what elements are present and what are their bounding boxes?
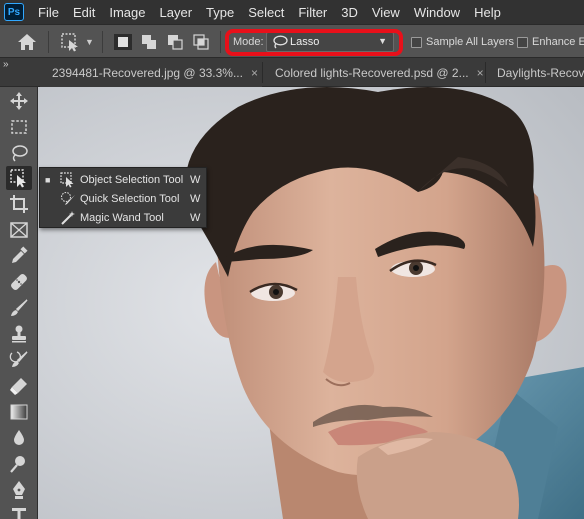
eyedropper-tool[interactable] [9, 246, 29, 266]
options-bar: ▼ Mode: Lasso ▼ Sample All Layers Enhanc… [0, 24, 584, 58]
subtract-from-selection-icon[interactable] [166, 34, 184, 50]
close-icon[interactable]: × [477, 66, 484, 80]
dodge-icon [10, 456, 25, 473]
menu-view[interactable]: View [358, 5, 400, 20]
menu-select[interactable]: Select [234, 5, 284, 20]
active-tool-bullet: ■ [45, 174, 51, 185]
menu-file[interactable]: File [24, 5, 59, 20]
history-brush-icon [9, 351, 28, 367]
move-tool[interactable] [9, 91, 29, 111]
dodge-tool[interactable] [9, 454, 29, 474]
rectangular-marquee-icon [11, 120, 27, 134]
separator [48, 31, 49, 53]
selection-tools-flyout: ■ Object Selection Tool W Quick Selectio… [39, 167, 207, 228]
tools-panel [0, 87, 38, 519]
menu-3d[interactable]: 3D [327, 5, 358, 20]
magic-wand-icon [61, 210, 75, 225]
type-tool[interactable] [9, 505, 29, 519]
flyout-item-magic-wand[interactable]: Magic Wand Tool W [40, 208, 206, 227]
home-icon[interactable] [17, 33, 37, 51]
healing-brush-tool[interactable] [9, 272, 29, 292]
gradient-icon [10, 404, 28, 420]
brush-tool[interactable] [9, 298, 29, 318]
blur-tool[interactable] [9, 428, 29, 448]
separator [220, 31, 221, 53]
enhance-edge-label: Enhance Ec [532, 36, 584, 48]
quick-selection-icon [60, 191, 75, 205]
separator [102, 31, 103, 53]
menu-image[interactable]: Image [95, 5, 145, 20]
tab-label: Colored lights-Recovered.psd @ 2... [275, 65, 469, 80]
crop-icon [10, 195, 28, 213]
flyout-item-label: Quick Selection Tool [80, 192, 180, 205]
bandage-icon [11, 274, 27, 290]
portrait-photo [38, 87, 584, 519]
document-canvas[interactable] [38, 87, 584, 519]
document-tab-bar: » 2394481-Recovered.jpg @ 33.3%... × Col… [0, 58, 584, 87]
crop-tool[interactable] [9, 194, 29, 214]
object-selection-icon [10, 169, 26, 188]
eyedropper-icon [12, 246, 28, 263]
eraser-icon [10, 378, 27, 395]
lasso-icon [12, 145, 28, 162]
eraser-tool[interactable] [9, 376, 29, 396]
shortcut-key: W [190, 192, 201, 205]
tab-document-2[interactable]: Colored lights-Recovered.psd @ 2... × [263, 58, 485, 87]
stamp-icon [12, 325, 26, 343]
shortcut-key: W [190, 173, 201, 186]
flyout-item-object-selection[interactable]: ■ Object Selection Tool W [40, 170, 206, 189]
frame-icon [10, 222, 28, 238]
menu-help[interactable]: Help [460, 5, 501, 20]
menu-edit[interactable]: Edit [59, 5, 95, 20]
flyout-item-quick-selection[interactable]: Quick Selection Tool W [40, 189, 206, 208]
tab-document-1[interactable]: 2394481-Recovered.jpg @ 33.3%... × [40, 58, 262, 87]
sample-all-layers-checkbox[interactable] [411, 37, 422, 48]
clone-stamp-tool[interactable] [9, 324, 29, 344]
menu-type[interactable]: Type [192, 5, 234, 20]
collapse-panels-icon[interactable]: » [3, 59, 9, 70]
move-icon [10, 92, 28, 110]
enhance-edge-checkbox[interactable] [517, 37, 528, 48]
photoshop-logo[interactable]: Ps [4, 3, 24, 21]
lasso-tool[interactable] [9, 143, 29, 163]
chevron-down-icon[interactable]: ▼ [85, 37, 94, 47]
close-icon[interactable]: × [251, 66, 258, 80]
tab-document-3[interactable]: Daylights-Recovered [486, 58, 584, 87]
flyout-item-label: Object Selection Tool [80, 173, 184, 186]
water-drop-icon [14, 430, 24, 445]
intersect-selection-icon[interactable] [192, 34, 210, 50]
object-selection-icon [60, 171, 74, 187]
menu-bar: Ps File Edit Image Layer Type Select Fil… [0, 0, 584, 24]
tab-label: Daylights-Recovered [497, 65, 584, 80]
object-selection-tool[interactable] [6, 166, 32, 190]
menu-window[interactable]: Window [400, 5, 460, 20]
add-to-selection-icon[interactable] [140, 34, 158, 50]
brush-icon [11, 299, 28, 316]
marquee-tool[interactable] [9, 117, 29, 137]
mode-highlight-annotation [225, 29, 403, 56]
new-selection-icon[interactable] [114, 34, 132, 50]
menu-layer[interactable]: Layer [146, 5, 193, 20]
shortcut-key: W [190, 211, 201, 224]
flyout-item-label: Magic Wand Tool [80, 211, 164, 224]
tab-label: 2394481-Recovered.jpg @ 33.3%... [52, 65, 243, 80]
object-selection-preset-icon[interactable] [60, 32, 80, 52]
pen-icon [13, 481, 25, 499]
menu-filter[interactable]: Filter [284, 5, 327, 20]
type-icon [12, 508, 26, 519]
sample-all-layers-label: Sample All Layers [426, 36, 515, 48]
frame-tool[interactable] [9, 220, 29, 240]
pen-tool[interactable] [9, 480, 29, 500]
history-brush-tool[interactable] [9, 350, 29, 370]
gradient-tool[interactable] [9, 402, 29, 422]
